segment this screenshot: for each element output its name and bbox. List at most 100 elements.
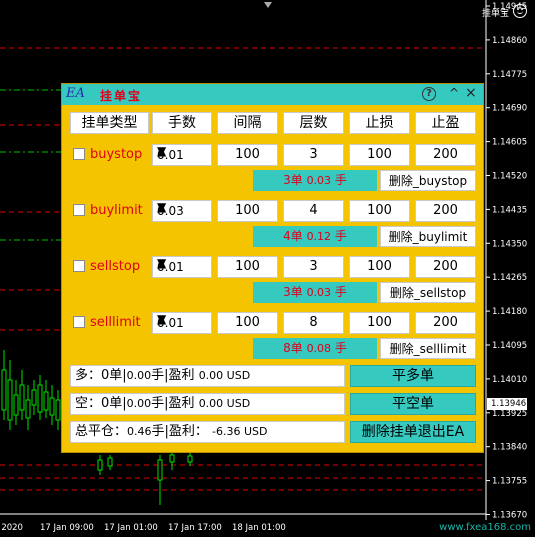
price-tick-label: 1.14860 [492, 36, 527, 46]
order-lots-unit: 手 [334, 285, 347, 299]
order-sellstop-checkbox[interactable] [73, 260, 85, 272]
spin-down-icon[interactable]: ▼ [157, 145, 166, 157]
long-summary: 多：0单|0.00手|盈利 0.00 USD [70, 365, 345, 387]
candle-body [49, 397, 55, 416]
long-summary-profit: 0.00 USD [198, 369, 251, 382]
price-tick-label: 1.14690 [492, 104, 527, 114]
order-buylimit-tp-input[interactable]: 200 [415, 200, 476, 222]
order-buylimit-lots-input[interactable]: 0.03 ▲ ▼ [152, 200, 212, 222]
time-tick-label: 17 Jan 2020 [0, 523, 23, 533]
time-tick-label: 17 Jan 17:00 [168, 523, 222, 533]
order-count: 3单 [283, 285, 303, 299]
help-icon[interactable]: ? [422, 87, 436, 101]
spin-down-icon[interactable]: ▼ [157, 313, 166, 325]
order-panel: EA 挂单宝 ? ^ × 挂单类型 手数 间隔 层数 止损 止盈 buystop… [61, 83, 484, 453]
order-selllimit-sl-input[interactable]: 100 [349, 312, 410, 334]
order-selllimit-interval-input[interactable]: 100 [217, 312, 278, 334]
order-sellstop-lots-input[interactable]: 0.01 ▲ ▼ [152, 256, 212, 278]
price-tick-label: 1.14775 [492, 70, 527, 80]
candle-body [187, 455, 193, 463]
order-sellstop-label: sellstop [90, 259, 141, 274]
candle-body [25, 399, 31, 419]
delete-buylimit-button[interactable]: 删除_buylimit [380, 226, 476, 247]
order-lots-total: 0.08 [306, 342, 332, 355]
order-sellstop-interval-input[interactable]: 100 [217, 256, 278, 278]
order-count: 3单 [283, 173, 303, 187]
order-selllimit-layers-input[interactable]: 8 [283, 312, 344, 334]
order-sellstop-info: 3单 0.03 手 [253, 282, 377, 303]
smile-icon[interactable] [513, 4, 527, 18]
order-buylimit-info: 4单 0.12 手 [253, 226, 377, 247]
order-buylimit-interval-input[interactable]: 100 [217, 200, 278, 222]
candle-body [1, 369, 7, 411]
header-interval[interactable]: 间隔 [217, 112, 278, 134]
delete-orders-exit-button[interactable]: 删除挂单退出EA [350, 421, 476, 443]
candle-body [37, 384, 43, 413]
delete-sellstop-button[interactable]: 删除_sellstop [380, 282, 476, 303]
header-take-profit[interactable]: 止盈 [415, 112, 476, 134]
spin-down-icon[interactable]: ▼ [157, 257, 166, 269]
time-tick-label: 17 Jan 09:00 [40, 523, 94, 533]
current-price-label: 1.13946 [487, 398, 527, 410]
order-selllimit-info: 8单 0.08 手 [253, 338, 377, 359]
close-short-button[interactable]: 平空单 [350, 393, 476, 415]
order-sellstop-sl-input[interactable]: 100 [349, 256, 410, 278]
price-tick-label: 1.14265 [492, 273, 527, 283]
total-summary: 总平仓：0.46手|盈利： -6.36 USD [70, 421, 345, 443]
price-tick-label: 1.13840 [492, 443, 527, 453]
short-summary-lots: 0.00 [126, 397, 152, 410]
header-lots[interactable]: 手数 [152, 112, 212, 134]
order-buylimit-layers-input[interactable]: 4 [283, 200, 344, 222]
close-icon[interactable]: × [465, 85, 477, 101]
collapse-icon[interactable]: ^ [449, 86, 459, 100]
order-buystop-tp-input[interactable]: 200 [415, 144, 476, 166]
order-lots-unit: 手 [334, 341, 347, 355]
delete-buystop-button[interactable]: 删除_buystop [380, 170, 476, 191]
order-selllimit-tp-input[interactable]: 200 [415, 312, 476, 334]
price-tick-label: 1.13925 [492, 409, 527, 419]
order-selllimit-checkbox[interactable] [73, 316, 85, 328]
candle-body [157, 459, 163, 481]
short-summary: 空：0单|0.00手|盈利 0.00 USD [70, 393, 345, 415]
order-count: 4单 [283, 229, 303, 243]
delete-selllimit-button[interactable]: 删除_selllimit [380, 338, 476, 359]
spin-down-icon[interactable]: ▼ [157, 201, 166, 213]
watermark: www.fxea168.com [439, 522, 531, 533]
price-tick-label: 1.14605 [492, 138, 527, 148]
price-tick-label: 1.13755 [492, 477, 527, 487]
order-buystop-lots-input[interactable]: 0.01 ▲ ▼ [152, 144, 212, 166]
order-selllimit-lots-input[interactable]: 0.01 ▲ ▼ [152, 312, 212, 334]
order-buylimit-checkbox[interactable] [73, 204, 85, 216]
total-summary-profit: -6.36 USD [212, 425, 268, 438]
long-summary-prefix: 多：0单| [75, 368, 127, 383]
price-tick-label: 1.14435 [492, 205, 527, 215]
order-sellstop-tp-input[interactable]: 200 [415, 256, 476, 278]
header-stop-loss[interactable]: 止损 [349, 112, 410, 134]
order-count: 8单 [283, 341, 303, 355]
price-tick-label: 1.14010 [492, 375, 527, 385]
short-summary-mid: 手|盈利 [151, 396, 195, 411]
order-buylimit-sl-input[interactable]: 100 [349, 200, 410, 222]
header-layers[interactable]: 层数 [283, 112, 344, 134]
order-lots-total: 0.03 [306, 174, 332, 187]
price-tick-label: 1.14180 [492, 307, 527, 317]
order-sellstop-layers-input[interactable]: 3 [283, 256, 344, 278]
order-buystop-layers-input[interactable]: 3 [283, 144, 344, 166]
candle-body [13, 394, 19, 416]
short-summary-prefix: 空：0单| [75, 396, 127, 411]
panel-titlebar[interactable]: EA 挂单宝 ? ^ × [62, 84, 483, 105]
panel-title: 挂单宝 [100, 89, 143, 103]
header-order-type[interactable]: 挂单类型 [70, 112, 149, 134]
order-buystop-interval-input[interactable]: 100 [217, 144, 278, 166]
order-buystop-checkbox[interactable] [73, 148, 85, 160]
order-buystop-sl-input[interactable]: 100 [349, 144, 410, 166]
candle-body [107, 457, 113, 467]
close-long-button[interactable]: 平多单 [350, 365, 476, 387]
price-tick-label: 1.14520 [492, 172, 527, 182]
candle-body [19, 384, 25, 411]
chart-shift-marker [264, 2, 272, 8]
total-summary-prefix: 总平仓： [75, 424, 128, 439]
order-buylimit-label: buylimit [90, 203, 143, 218]
time-tick-label: 18 Jan 01:00 [232, 523, 286, 533]
total-summary-mid: 手|盈利： [151, 424, 208, 439]
